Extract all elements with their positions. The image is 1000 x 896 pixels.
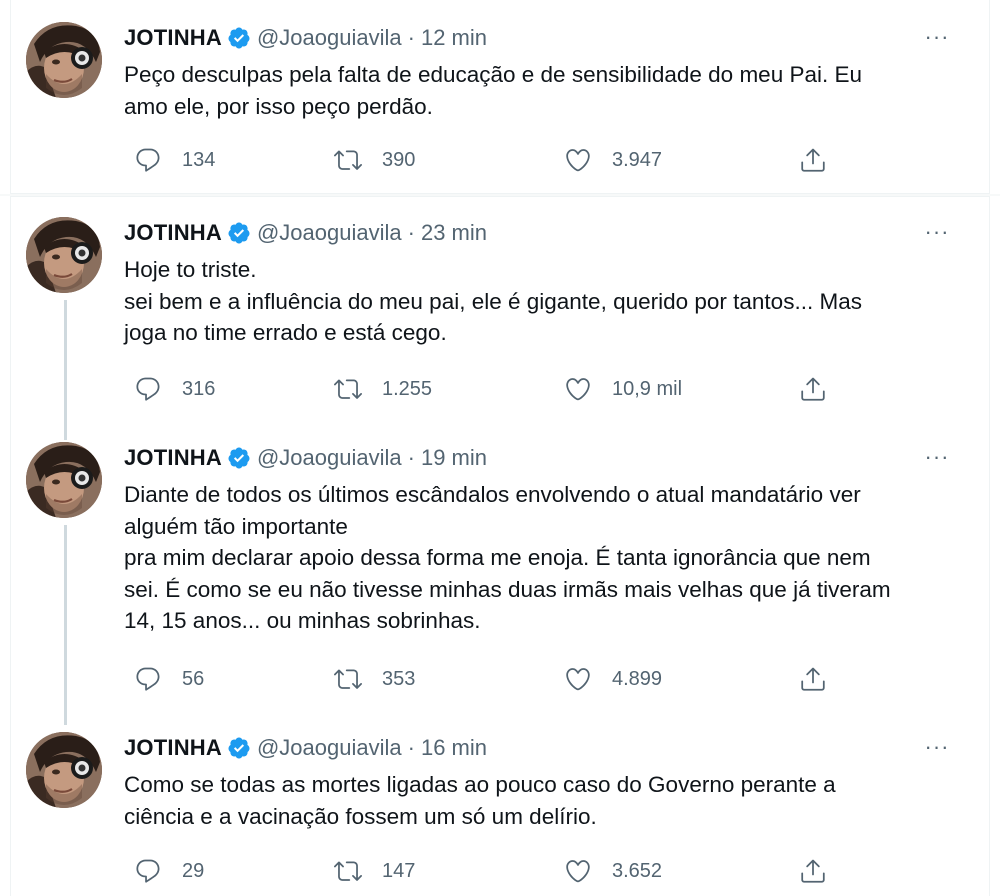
share-icon — [799, 857, 827, 885]
tweet-timestamp[interactable]: 23 min — [421, 220, 487, 246]
display-name[interactable]: JOTINHA — [124, 25, 222, 51]
avatar[interactable] — [26, 217, 102, 293]
like-icon — [564, 665, 612, 693]
reply-count: 134 — [182, 148, 216, 171]
display-name[interactable]: JOTINHA — [124, 220, 222, 246]
thread-connector-line — [64, 525, 67, 725]
tweet-text-line: Peço desculpas pela falta de educação e … — [124, 62, 863, 87]
tweet-header: JOTINHA @Joaoguiavila · 19 min — [124, 443, 487, 473]
tweet-text: Como se todas as mortes ligadas ao pouco… — [124, 769, 954, 832]
tweet-text: Diante de todos os últimos escândalos en… — [124, 479, 954, 637]
share-button[interactable] — [799, 664, 827, 694]
retweet-button[interactable]: 147 — [334, 856, 415, 886]
tweet-actions: 316 1.255 10,9 mil — [124, 374, 827, 404]
separator-dot: · — [407, 220, 415, 245]
verified-badge-icon — [227, 446, 251, 470]
avatar[interactable] — [26, 22, 102, 98]
retweet-count: 147 — [382, 859, 416, 882]
tweet-text-line: sei bem e a influência do meu pai, ele é… — [124, 288, 862, 314]
retweet-count: 390 — [382, 148, 416, 171]
more-options-icon[interactable]: ··· — [922, 221, 952, 250]
like-icon — [564, 857, 612, 885]
tweet-text-line: joga no time errado e está cego. — [124, 320, 447, 345]
separator-dot: · — [407, 735, 415, 760]
reply-button[interactable]: 316 — [134, 374, 215, 404]
reply-button[interactable]: 29 — [134, 856, 204, 886]
retweet-icon — [334, 146, 382, 174]
user-handle[interactable]: @Joaoguiavila — [257, 735, 402, 761]
retweet-button[interactable]: 1.255 — [334, 374, 432, 404]
reply-icon — [134, 375, 182, 403]
retweet-count: 1.255 — [382, 377, 433, 400]
tweet-actions: 29 147 3.652 — [124, 856, 827, 886]
retweet-icon — [334, 665, 382, 693]
tweet-text-line: Diante de todos os últimos escândalos en… — [124, 482, 861, 507]
like-count: 4.899 — [612, 667, 663, 690]
reply-icon — [134, 857, 182, 885]
tweet-text-line: alguém tão importante — [124, 513, 348, 539]
tweet-actions: 56 353 4.899 — [124, 664, 827, 694]
share-button[interactable] — [799, 145, 827, 175]
share-icon — [799, 375, 827, 403]
like-count: 10,9 mil — [612, 377, 683, 400]
avatar[interactable] — [26, 442, 102, 518]
tweet-timestamp[interactable]: 19 min — [421, 445, 487, 471]
like-button[interactable]: 3.947 — [564, 145, 662, 175]
tweet-text-line: pra mim declarar apoio dessa forma me en… — [124, 545, 871, 570]
like-icon — [564, 375, 612, 403]
more-options-icon[interactable]: ··· — [922, 736, 952, 765]
avatar[interactable] — [26, 732, 102, 808]
verified-badge-icon — [227, 221, 251, 245]
tweet-text: Peço desculpas pela falta de educação e … — [124, 59, 954, 122]
like-count: 3.947 — [612, 148, 663, 171]
verified-badge-icon — [227, 736, 251, 760]
reply-count: 56 — [182, 667, 205, 690]
tweet-actions: 134 390 3.947 — [124, 145, 827, 175]
tweet-timestamp[interactable]: 16 min — [421, 735, 487, 761]
more-options-icon[interactable]: ··· — [922, 26, 952, 55]
retweet-count: 353 — [382, 667, 416, 690]
reply-icon — [134, 146, 182, 174]
display-name[interactable]: JOTINHA — [124, 735, 222, 761]
user-handle[interactable]: @Joaoguiavila — [257, 220, 402, 246]
more-options-icon[interactable]: ··· — [922, 446, 952, 475]
separator-dot: · — [407, 25, 415, 50]
separator-dot: · — [407, 445, 415, 470]
reply-count: 316 — [182, 377, 216, 400]
like-button[interactable]: 4.899 — [564, 664, 662, 694]
share-icon — [799, 146, 827, 174]
like-button[interactable]: 3.652 — [564, 856, 662, 886]
like-button[interactable]: 10,9 mil — [564, 374, 682, 404]
verified-badge-icon — [227, 26, 251, 50]
user-handle[interactable]: @Joaoguiavila — [257, 25, 402, 51]
tweet-text-line: 14, 15 anos... ou minhas sobrinhas. — [124, 608, 481, 633]
tweet-header: JOTINHA @Joaoguiavila · 16 min — [124, 733, 487, 763]
tweet-text: Hoje to triste. sei bem e a influência do… — [124, 254, 954, 349]
like-icon — [564, 146, 612, 174]
tweet-text-line: ciência e a vacinação fossem um só um de… — [124, 803, 597, 829]
thread-connector-line — [64, 300, 67, 440]
tweet-timestamp[interactable]: 12 min — [421, 25, 487, 51]
tweet-text-line: Hoje to triste. — [124, 257, 257, 282]
reply-button[interactable]: 134 — [134, 145, 215, 175]
display-name[interactable]: JOTINHA — [124, 445, 222, 471]
tweet-text-line: sei. É como se eu não tivesse minhas dua… — [124, 576, 891, 602]
share-button[interactable] — [799, 856, 827, 886]
tweet-header: JOTINHA @Joaoguiavila · 12 min — [124, 23, 487, 53]
reply-count: 29 — [182, 859, 205, 882]
retweet-icon — [334, 375, 382, 403]
share-icon — [799, 665, 827, 693]
retweet-button[interactable]: 390 — [334, 145, 415, 175]
tweet-header: JOTINHA @Joaoguiavila · 23 min — [124, 218, 487, 248]
tweet-text-line: Como se todas as mortes ligadas ao pouco… — [124, 772, 836, 797]
reply-button[interactable]: 56 — [134, 664, 204, 694]
like-count: 3.652 — [612, 859, 663, 882]
retweet-icon — [334, 857, 382, 885]
share-button[interactable] — [799, 374, 827, 404]
retweet-button[interactable]: 353 — [334, 664, 415, 694]
user-handle[interactable]: @Joaoguiavila — [257, 445, 402, 471]
tweet-text-line: amo ele, por isso peço perdão. — [124, 93, 433, 119]
reply-icon — [134, 665, 182, 693]
